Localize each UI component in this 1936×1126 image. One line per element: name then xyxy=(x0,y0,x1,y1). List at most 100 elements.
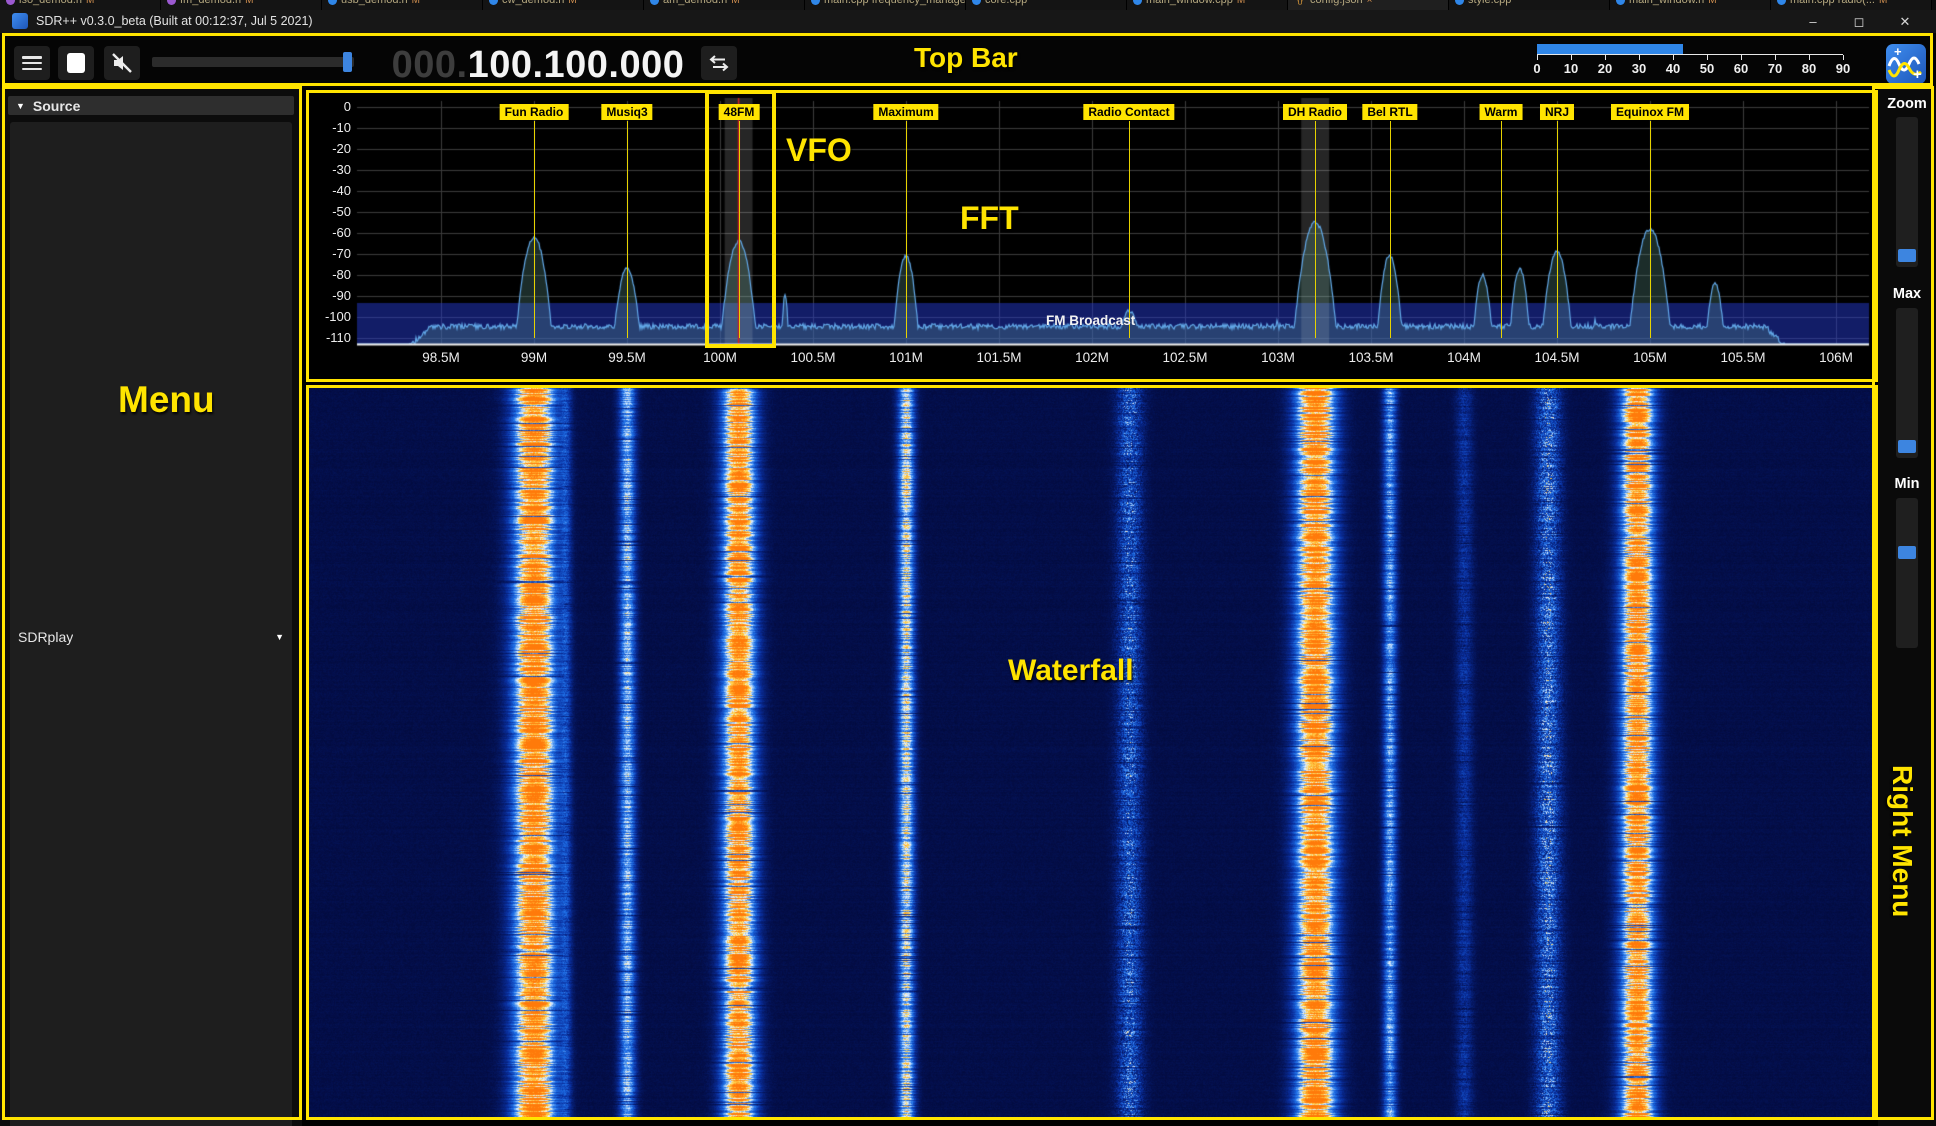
editor-tab[interactable]: cw_demod.hM xyxy=(483,0,644,10)
snr-tick-label: 40 xyxy=(1658,61,1688,76)
stop-button[interactable] xyxy=(58,46,94,80)
frequency-display[interactable]: 000.100.100.000 xyxy=(379,45,697,85)
editor-tab[interactable]: main_window.cpp M xyxy=(1127,0,1288,10)
editor-tab-name: main.cpp radio(... xyxy=(1790,0,1875,6)
editor-tab[interactable]: fm_demod.hM xyxy=(161,0,322,10)
cpp-file-icon xyxy=(489,0,498,5)
snr-tick xyxy=(1741,55,1742,60)
titlebar: SDR++ v0.3.0_beta (Built at 00:12:37, Ju… xyxy=(0,10,1936,33)
max-handle[interactable] xyxy=(1898,440,1916,453)
editor-tab-strip: iso_demod.hMfm_demod.hMusb_demod.hMcw_de… xyxy=(0,0,1936,10)
fft-y-tick-label: -80 xyxy=(305,267,351,282)
source-driver-dropdown[interactable]: SDRplay▼ xyxy=(10,122,292,1126)
zoom-label: Zoom xyxy=(1878,96,1936,112)
modified-badge: M xyxy=(731,0,739,6)
station-label[interactable]: DH Radio xyxy=(1283,104,1347,120)
fft-x-tick-label: 99.5M xyxy=(592,350,662,365)
station-marker-line xyxy=(739,121,740,338)
maximize-button[interactable]: ◻ xyxy=(1836,10,1882,33)
fft-y-tick-label: -10 xyxy=(305,120,351,135)
editor-tab-name: main.cpp frequency_manager(... xyxy=(824,0,966,6)
editor-tab-content: core.cpp xyxy=(972,0,1027,10)
fft-y-tick-label: -60 xyxy=(305,225,351,240)
fft-y-tick-label: -50 xyxy=(305,204,351,219)
right-menu: Zoom Max Min xyxy=(1878,88,1936,1126)
fft-y-tick-label: -110 xyxy=(305,330,351,345)
volume-handle[interactable] xyxy=(343,52,352,72)
snr-tick xyxy=(1707,55,1708,60)
section-header-source[interactable]: ▼Source xyxy=(8,96,294,115)
snr-tick-label: 60 xyxy=(1726,61,1756,76)
snr-meter-axis xyxy=(1537,54,1843,55)
fft-y-tick-label: -90 xyxy=(305,288,351,303)
window-title: SDR++ v0.3.0_beta (Built at 00:12:37, Ju… xyxy=(36,14,313,28)
editor-tab-name: am_demod.h xyxy=(663,0,727,6)
close-tab-icon[interactable]: × xyxy=(1367,0,1373,6)
editor-tab-name: main_window.cpp xyxy=(1146,0,1233,6)
mute-button[interactable] xyxy=(104,46,140,80)
close-button[interactable]: ✕ xyxy=(1882,10,1928,33)
station-label[interactable]: Radio Contact xyxy=(1083,104,1174,120)
editor-tab[interactable]: style.cpp xyxy=(1449,0,1610,10)
volume-slider[interactable] xyxy=(152,57,354,67)
station-marker-line xyxy=(906,121,907,338)
snr-meter: 0102030405060708090 xyxy=(1537,44,1843,80)
band-plan-label: FM Broadcast xyxy=(1046,313,1135,328)
svg-text:+: + xyxy=(1894,44,1902,59)
menu-toggle-button[interactable] xyxy=(14,46,50,80)
station-label[interactable]: NRJ xyxy=(1540,104,1574,120)
fft-x-tick-label: 104.5M xyxy=(1522,350,1592,365)
fft-y-tick-label: -40 xyxy=(305,183,351,198)
minimize-button[interactable]: – xyxy=(1790,10,1836,33)
modified-badge: M xyxy=(1237,0,1245,6)
snr-tick-label: 80 xyxy=(1794,61,1824,76)
min-label: Min xyxy=(1878,476,1936,492)
fft-x-tick-label: 102.5M xyxy=(1150,350,1220,365)
tuning-mode-button[interactable] xyxy=(701,46,737,80)
editor-tab[interactable]: core.cpp xyxy=(966,0,1127,10)
hamburger-icon xyxy=(22,56,42,70)
editor-tab-content: am_demod.h M xyxy=(650,0,740,10)
fft-x-tick-label: 103M xyxy=(1243,350,1313,365)
snr-tick-label: 20 xyxy=(1590,61,1620,76)
fft-display[interactable] xyxy=(309,93,1875,379)
editor-tab[interactable]: main_window.hM xyxy=(1610,0,1771,10)
swap-arrows-icon xyxy=(708,52,730,74)
snr-tick xyxy=(1537,55,1538,60)
zoom-slider[interactable] xyxy=(1896,117,1918,267)
editor-tab-content: main_window.cpp M xyxy=(1133,0,1245,10)
zoom-handle[interactable] xyxy=(1898,249,1916,262)
editor-tab[interactable]: am_demod.h M xyxy=(644,0,805,10)
station-label[interactable]: Musiq3 xyxy=(601,104,652,120)
editor-tab[interactable]: usb_demod.hM xyxy=(322,0,483,10)
editor-tab[interactable]: {}config.json× xyxy=(1288,0,1449,10)
fft-y-tick-label: -20 xyxy=(305,141,351,156)
max-label: Max xyxy=(1878,286,1936,302)
fft-x-tick-label: 104M xyxy=(1429,350,1499,365)
app-icon xyxy=(12,13,28,29)
sdrpp-window: iso_demod.hMfm_demod.hMusb_demod.hMcw_de… xyxy=(0,0,1936,1126)
station-label[interactable]: Equinox FM xyxy=(1611,104,1689,120)
editor-tab[interactable]: main.cpp radio(...M xyxy=(1771,0,1932,10)
min-slider[interactable] xyxy=(1896,498,1918,648)
station-label[interactable]: Warm xyxy=(1480,104,1523,120)
braces-icon: {} xyxy=(1294,0,1306,5)
editor-tab-name: main_window.h xyxy=(1629,0,1704,6)
editor-tab[interactable]: iso_demod.hM xyxy=(0,0,161,10)
fft-y-tick-label: 0 xyxy=(305,99,351,114)
fft-y-tick-label: -100 xyxy=(305,309,351,324)
editor-tab[interactable]: main.cpp frequency_manager(...M xyxy=(805,0,966,10)
station-label[interactable]: Bel RTL xyxy=(1362,104,1417,120)
annotation-top-bar: Top Bar xyxy=(914,42,1018,74)
cpp-file-icon xyxy=(1133,0,1142,5)
max-slider[interactable] xyxy=(1896,308,1918,458)
cpp-file-icon xyxy=(1616,0,1625,5)
annotation-waterfall: Waterfall xyxy=(1008,654,1134,688)
cpp-file-icon xyxy=(167,0,176,5)
station-label[interactable]: Fun Radio xyxy=(500,104,569,120)
station-label[interactable]: Maximum xyxy=(873,104,938,120)
waterfall-display[interactable] xyxy=(309,388,1875,1117)
min-handle[interactable] xyxy=(1898,546,1916,559)
station-label[interactable]: 48FM xyxy=(719,104,760,120)
snr-tick xyxy=(1843,55,1844,60)
